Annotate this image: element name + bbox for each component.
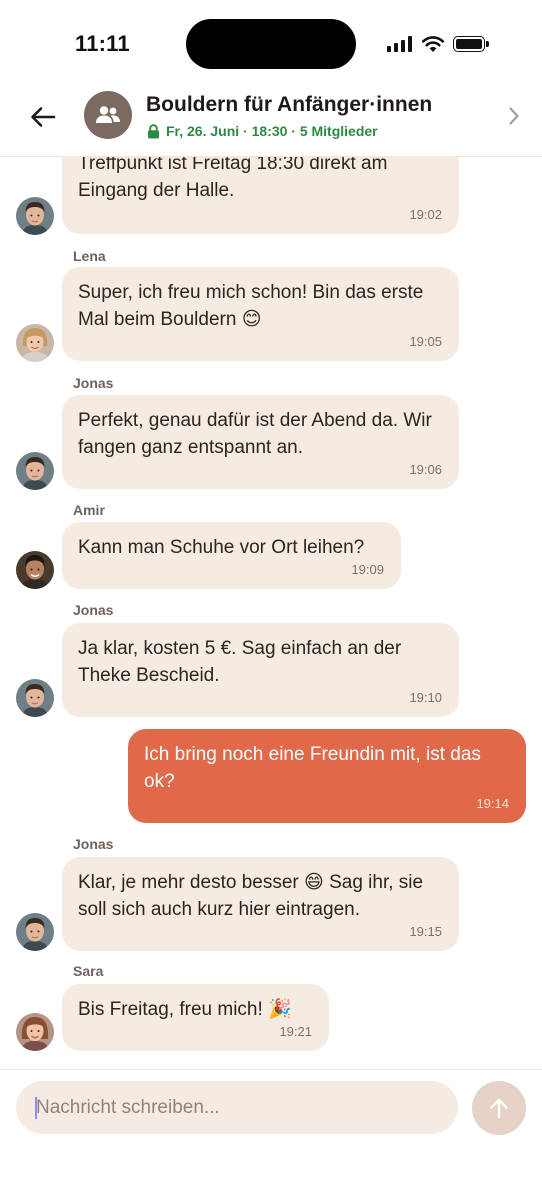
message-text: Klar, je mehr desto besser 😄 Sag ihr, si… (78, 872, 424, 920)
sender-name: Lena (73, 248, 106, 264)
message-text: Ich bring noch eine Freundin mit, ist da… (144, 744, 481, 792)
wifi-icon (421, 36, 445, 52)
message-text: Kann man Schuhe vor Ort leihen? (78, 537, 365, 558)
message-time: 19:21 (279, 1024, 312, 1039)
group-meta: Fr, 26. Juni · 18:30 · 5 Mitglieder (147, 123, 378, 139)
status-time: 11:11 (75, 31, 130, 56)
message-text: Treffpunkt ist Freitag 18:30 direkt am E… (78, 157, 388, 201)
avatar-jonas (16, 679, 54, 717)
message-time: 19:02 (409, 207, 442, 222)
message-list[interactable]: Treffpunkt ist Freitag 18:30 direkt am E… (0, 157, 542, 1069)
cellular-signal-icon (387, 36, 412, 52)
arrow-left-icon (31, 107, 56, 127)
status-bar: 11:11 (0, 0, 542, 88)
back-button[interactable] (26, 100, 60, 134)
avatar-jonas (16, 197, 54, 235)
chevron-right-icon (509, 107, 519, 125)
avatar-amir (16, 551, 54, 589)
avatar[interactable] (16, 452, 54, 490)
avatar[interactable] (16, 324, 54, 362)
avatar-sara (16, 1013, 54, 1051)
avatar[interactable] (16, 1013, 54, 1051)
sender-name: Jonas (73, 602, 114, 618)
message-bubble[interactable]: Bis Freitag, freu mich! 🎉 19:21 (62, 984, 329, 1051)
message-bubble[interactable]: Treffpunkt ist Freitag 18:30 direkt am E… (62, 157, 459, 234)
message-time: 19:15 (409, 924, 442, 939)
sender-name: Sara (73, 963, 104, 979)
sender-name: Jonas (73, 836, 114, 852)
group-title[interactable]: Bouldern für Anfänger·innen (146, 93, 432, 117)
avatar-jonas (16, 452, 54, 490)
lock-icon (148, 123, 159, 138)
message-bubble[interactable]: Kann man Schuhe vor Ort leihen? 19:09 (62, 522, 401, 589)
message-time: 19:05 (409, 334, 442, 349)
battery-icon (453, 36, 489, 52)
group-details-button[interactable] (503, 104, 525, 128)
avatar[interactable] (16, 197, 54, 235)
message-bubble[interactable]: Perfekt, genau dafür ist der Abend da. W… (62, 395, 459, 489)
chat-header: Bouldern für Anfänger·innen Fr, 26. Juni… (0, 88, 542, 157)
message-text: Bis Freitag, freu mich! 🎉 (78, 999, 292, 1020)
arrow-up-icon (490, 1098, 508, 1119)
message-bubble-outgoing[interactable]: Ich bring noch eine Freundin mit, ist da… (128, 729, 526, 823)
sender-name: Jonas (73, 375, 114, 391)
group-avatar[interactable] (84, 91, 132, 139)
avatar-lena (16, 324, 54, 362)
avatar[interactable] (16, 913, 54, 951)
group-subtitle: Fr, 26. Juni · 18:30 · 5 Mitglieder (166, 123, 378, 139)
avatar-jonas (16, 913, 54, 951)
message-text: Ja klar, kosten 5 €. Sag einfach an der … (78, 638, 402, 686)
message-text: Perfekt, genau dafür ist der Abend da. W… (78, 410, 432, 458)
message-time: 19:14 (476, 796, 509, 811)
avatar[interactable] (16, 679, 54, 717)
message-time: 19:09 (351, 562, 384, 577)
dynamic-island (186, 19, 356, 69)
message-input[interactable] (16, 1081, 458, 1134)
message-bubble[interactable]: Klar, je mehr desto besser 😄 Sag ihr, si… (62, 857, 459, 951)
message-bubble[interactable]: Super, ich freu mich schon! Bin das erst… (62, 267, 459, 361)
status-icons (387, 34, 489, 54)
people-icon (96, 106, 120, 123)
message-time: 19:06 (409, 462, 442, 477)
avatar[interactable] (16, 551, 54, 589)
message-bubble[interactable]: Ja klar, kosten 5 €. Sag einfach an der … (62, 623, 459, 717)
text-cursor (35, 1097, 37, 1119)
sender-name: Amir (73, 502, 105, 518)
composer (0, 1069, 542, 1180)
message-text: Super, ich freu mich schon! Bin das erst… (78, 282, 424, 330)
message-time: 19:10 (409, 690, 442, 705)
send-button[interactable] (472, 1081, 526, 1135)
